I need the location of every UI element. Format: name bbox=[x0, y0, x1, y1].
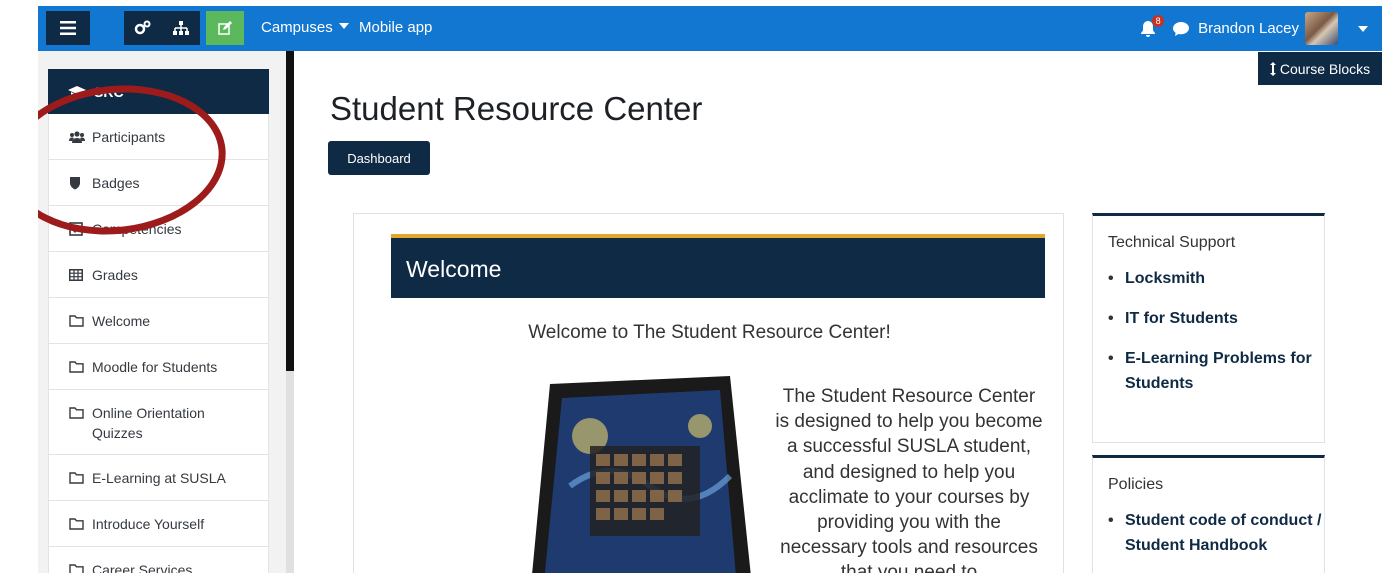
dashboard-button[interactable]: Dashboard bbox=[328, 141, 430, 175]
link-student-code-of-conduct[interactable]: Student code of conduct / Student Handbo… bbox=[1125, 508, 1324, 558]
user-area: 8 Brandon Lacey bbox=[1138, 6, 1382, 51]
avatar[interactable] bbox=[1305, 12, 1338, 45]
bullet: • bbox=[1108, 270, 1114, 287]
notification-count-badge: 8 bbox=[1152, 14, 1165, 27]
list-item[interactable]: • Student code of conduct / Student Handb… bbox=[1108, 508, 1324, 558]
drawer-item-e-learning-at-susla[interactable]: E-Learning at SUSLA bbox=[48, 455, 269, 501]
campuses-label: Campuses bbox=[261, 19, 333, 36]
computer-monitor-image bbox=[532, 376, 751, 573]
drawer-item-label: E-Learning at SUSLA bbox=[92, 470, 226, 486]
link-e-learning-problems[interactable]: E-Learning Problems for Students bbox=[1125, 346, 1324, 396]
link-locksmith[interactable]: Locksmith bbox=[1125, 266, 1205, 291]
drawer-item-label: Career Services bbox=[92, 562, 193, 573]
edit-icon bbox=[218, 21, 232, 35]
drawer-toggle-button[interactable] bbox=[46, 11, 90, 45]
drawer-item-moodle-for-students[interactable]: Moodle for Students bbox=[48, 344, 269, 390]
folder-icon bbox=[69, 560, 85, 573]
bullet: • bbox=[1108, 512, 1114, 529]
welcome-message: Welcome to The Student Resource Center! bbox=[528, 322, 891, 343]
chevron-down-icon bbox=[338, 23, 349, 29]
center-description: The Student Resource Center is designed … bbox=[775, 386, 1043, 573]
folder-icon bbox=[69, 468, 85, 488]
user-menu-chevron-icon[interactable] bbox=[1358, 25, 1368, 32]
welcome-section: Welcome Welcome to The Student Resource … bbox=[353, 213, 1064, 573]
user-name[interactable]: Brandon Lacey bbox=[1198, 20, 1299, 37]
folder-icon bbox=[69, 403, 85, 423]
sitemap-icon bbox=[173, 21, 189, 35]
messages-icon[interactable] bbox=[1172, 20, 1190, 38]
settings-button[interactable] bbox=[124, 11, 162, 45]
course-blocks-button[interactable]: Course Blocks bbox=[1258, 52, 1382, 85]
sitemap-button[interactable] bbox=[162, 11, 200, 45]
policies-block: Policies • Student code of conduct / Stud… bbox=[1092, 455, 1325, 573]
folder-icon bbox=[69, 514, 85, 534]
block-title: Technical Support bbox=[1108, 234, 1236, 251]
table-icon bbox=[69, 265, 85, 285]
drawer-item-label: Grades bbox=[92, 267, 138, 283]
drawer-item-grades[interactable]: Grades bbox=[48, 252, 269, 298]
folder-icon bbox=[69, 311, 85, 331]
bullet: • bbox=[1108, 350, 1114, 367]
policy-links: • Student code of conduct / Student Handb… bbox=[1093, 494, 1324, 558]
drawer-item-online-orientation-quizzes[interactable]: Online Orientation Quizzes bbox=[48, 390, 269, 455]
drawer-item-welcome[interactable]: Welcome bbox=[48, 298, 269, 344]
mobile-app-link[interactable]: Mobile app bbox=[359, 19, 432, 36]
technical-support-block: Technical Support • Locksmith • IT for Stu… bbox=[1092, 213, 1325, 443]
notifications-button[interactable]: 8 bbox=[1138, 14, 1165, 41]
welcome-banner: Welcome bbox=[391, 234, 1045, 298]
page-title: Student Resource Center bbox=[330, 90, 703, 127]
resize-vertical-icon bbox=[1269, 61, 1276, 76]
course-blocks-label: Course Blocks bbox=[1279, 60, 1371, 77]
campuses-menu[interactable]: Campuses bbox=[261, 19, 349, 36]
hamburger-icon bbox=[60, 21, 76, 35]
link-it-for-students[interactable]: IT for Students bbox=[1125, 306, 1238, 331]
top-navbar: Campuses Mobile app 8 Brandon Lacey bbox=[38, 6, 1382, 51]
support-links: • Locksmith • IT for Students • E-Learning … bbox=[1093, 252, 1324, 396]
drawer-item-introduce-yourself[interactable]: Introduce Yourself bbox=[48, 501, 269, 547]
drawer-item-label: Introduce Yourself bbox=[92, 516, 205, 532]
drawer-scrollbar-thumb[interactable] bbox=[286, 51, 294, 371]
list-item[interactable]: • E-Learning Problems for Students bbox=[1108, 346, 1324, 396]
drawer-item-label: Welcome bbox=[92, 313, 151, 329]
list-item[interactable]: • IT for Students bbox=[1108, 306, 1324, 331]
folder-icon bbox=[69, 357, 85, 377]
edit-mode-button[interactable] bbox=[206, 11, 244, 45]
block-title: Policies bbox=[1108, 476, 1164, 493]
bullet: • bbox=[1108, 310, 1114, 327]
drawer-item-label: Online Orientation Quizzes bbox=[92, 405, 205, 441]
drawer-item-career-services[interactable]: Career Services bbox=[48, 547, 269, 573]
drawer-item-label: Moodle for Students bbox=[92, 359, 218, 375]
app-frame: Campuses Mobile app 8 Brandon Lacey SRC … bbox=[38, 6, 1382, 573]
list-item[interactable]: • Locksmith bbox=[1108, 266, 1324, 291]
gears-icon bbox=[134, 20, 151, 35]
